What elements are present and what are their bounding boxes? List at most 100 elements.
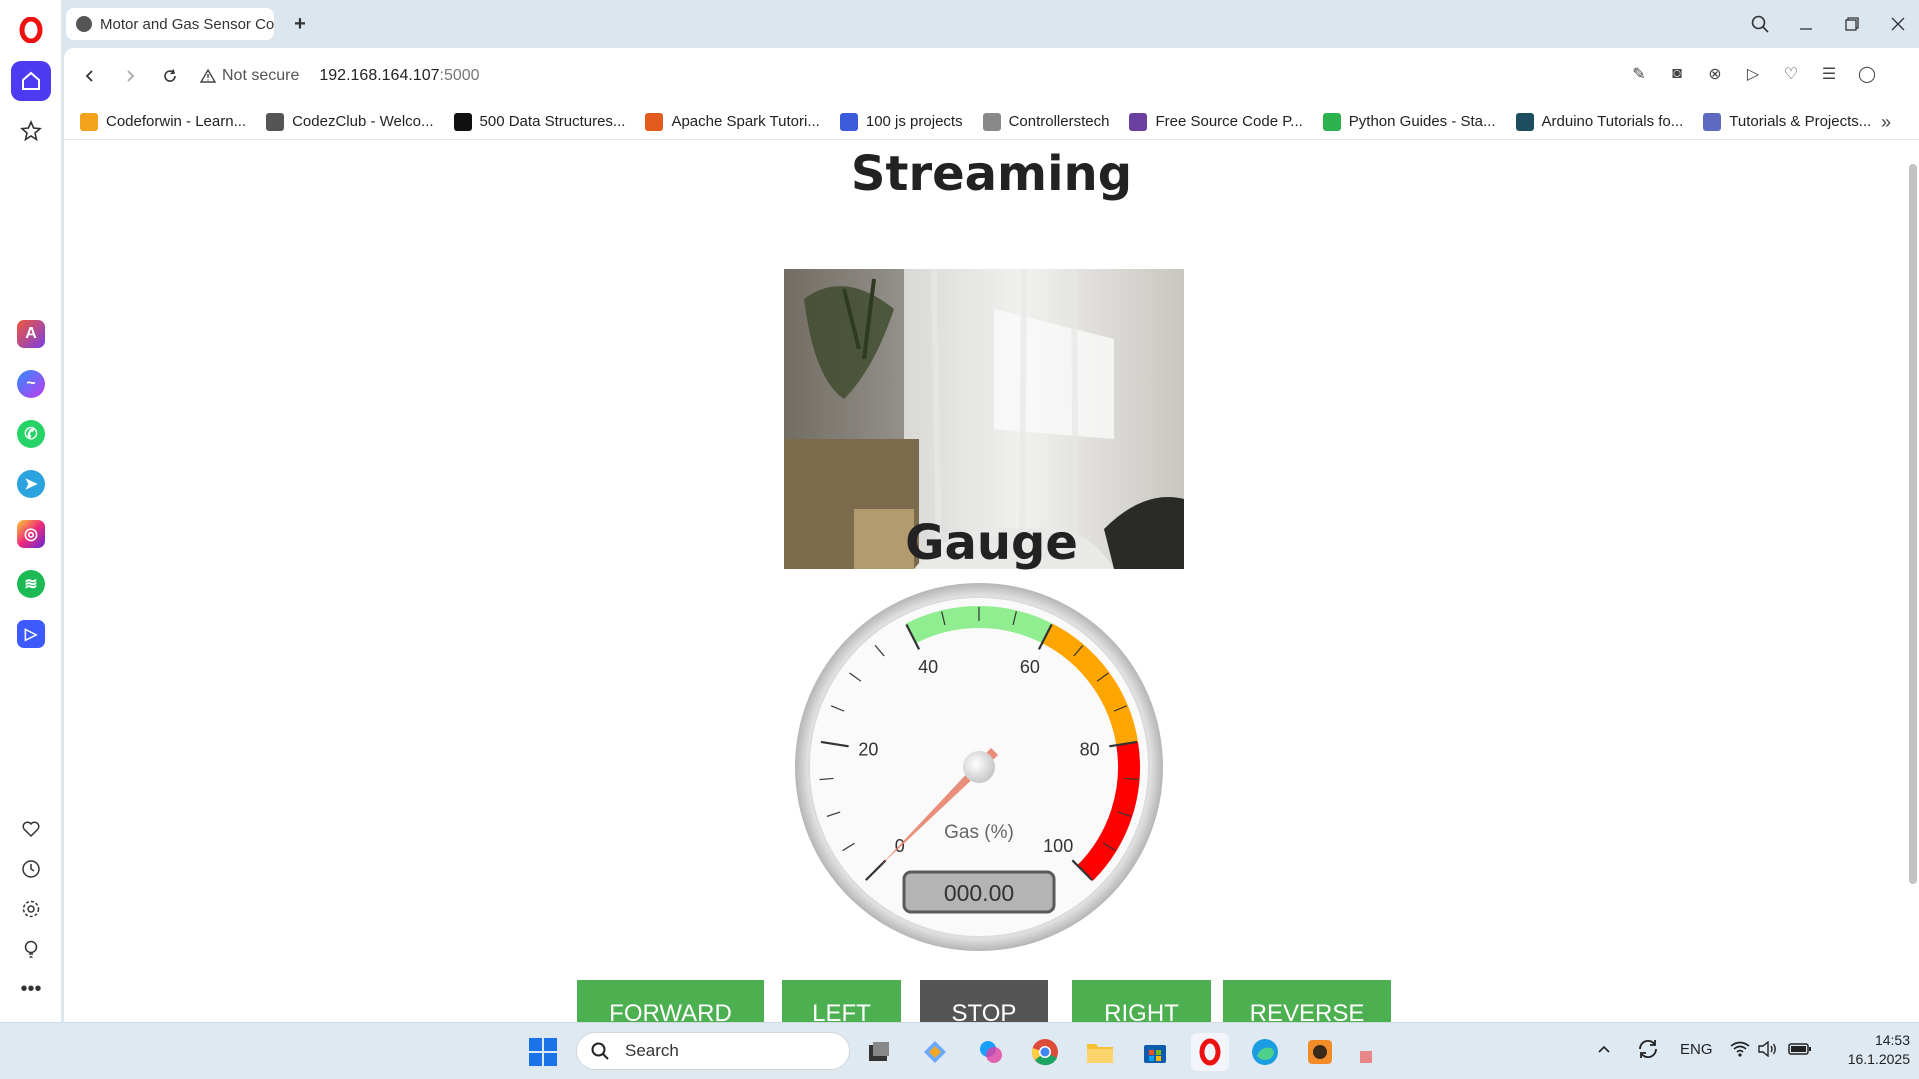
bookmark-favicon-icon [453,112,472,131]
spotify-icon[interactable]: ≋ [11,564,51,604]
forward-button[interactable]: FORWARD [577,980,764,1022]
profile-icon[interactable]: ◯ [1855,62,1879,86]
search-icon [591,1042,609,1060]
store-icon[interactable] [1136,1033,1174,1071]
telegram-icon[interactable]: ➤ [11,464,51,504]
gauge-unit-label: Gas (%) [944,822,1014,843]
restore-button[interactable] [1836,10,1868,38]
widgets-icon[interactable] [916,1033,954,1071]
history-icon[interactable] [11,849,51,889]
bookmark-label: Free Source Code P... [1155,113,1303,130]
bookmark-label: 100 js projects [865,113,963,130]
address-bar: Not secure 192.168.164.107:5000 ✎ ◙ ⊗ ▷ … [64,48,1919,104]
security-label: Not secure [222,67,300,84]
small-tray-icon[interactable] [1356,1047,1376,1067]
bookmark-label: Tutorials & Projects... [1729,113,1872,130]
bookmark-item[interactable]: Tutorials & Projects... [1703,112,1872,131]
settings-icon[interactable] [11,889,51,929]
reverse-button[interactable]: REVERSE [1223,980,1391,1022]
bookmark-item[interactable]: Python Guides - Sta... [1322,112,1496,131]
bookmark-label: Arduino Tutorials fo... [1541,113,1684,130]
back-icon[interactable] [70,56,110,96]
lightbulb-icon[interactable] [11,929,51,969]
reload-icon[interactable] [150,56,190,96]
right-button[interactable]: RIGHT [1072,980,1211,1022]
app-icon[interactable] [1301,1033,1339,1071]
bookmark-item[interactable]: CodezClub - Welco... [266,112,434,131]
player-icon[interactable]: ▷ [11,614,51,654]
close-button[interactable] [1882,10,1914,38]
opera-taskbar-icon[interactable] [1191,1033,1229,1071]
opera-sidebar: A ~ ✆ ➤ ◎ ≋ ▷ ••• [0,0,62,1022]
clock[interactable]: 14:53 16.1.2025 [1820,1031,1910,1069]
bookmark-item[interactable]: 100 js projects [839,112,963,131]
gauge-heading: Gauge [905,515,1078,571]
messenger-icon[interactable]: ~ [11,364,51,404]
favorites-icon[interactable]: ♡ [1779,62,1803,86]
bookmark-label: 500 Data Structures... [479,113,626,130]
left-button[interactable]: LEFT [782,980,901,1022]
volume-icon[interactable] [1758,1040,1778,1061]
home-icon[interactable] [11,61,51,101]
gas-gauge: 020406080100 Gas (%) 000.00 [794,582,1164,952]
warning-icon [200,68,216,83]
gauge-tick-label: 100 [1043,836,1073,856]
toolbar-icons: ✎ ◙ ⊗ ▷ ♡ ☰ ◯ [1627,62,1879,86]
url-field[interactable]: Not secure 192.168.164.107:5000 [200,67,480,85]
bookmark-item[interactable]: Free Source Code P... [1129,112,1303,131]
gauge-readout: 000.00 [944,880,1014,906]
edge-icon[interactable] [1246,1033,1284,1071]
gauge-tick-label: 80 [1080,739,1100,759]
bookmark-label: Apache Spark Tutori... [671,113,820,130]
aria-app-icon[interactable]: A [11,314,51,354]
adblock-icon[interactable]: ⊗ [1703,62,1727,86]
url-text: 192.168.164.107:5000 [319,67,479,85]
search-tabs-icon[interactable] [1744,10,1776,38]
bookmark-label: Controllerstech [1008,113,1110,130]
tab-active[interactable]: Motor and Gas Sensor Co [66,8,274,40]
bookmark-item[interactable]: Arduino Tutorials fo... [1515,112,1684,131]
file-explorer-icon[interactable] [1081,1033,1119,1071]
bookmark-item[interactable]: 500 Data Structures... [453,112,626,131]
bookmark-item[interactable]: Codeforwin - Learn... [80,112,246,131]
bookmarks-more-icon[interactable]: » [1881,112,1891,133]
start-icon[interactable] [524,1033,562,1071]
gauge-needle-cap [963,751,995,783]
scrollbar-thumb[interactable] [1909,164,1917,884]
browser-window: Not secure 192.168.164.107:5000 ✎ ◙ ⊗ ▷ … [64,48,1919,1022]
instagram-icon[interactable]: ◎ [11,514,51,554]
copilot-icon[interactable] [972,1033,1010,1071]
player-toggle-icon[interactable]: ▷ [1741,62,1765,86]
bookmark-favicon-icon [1703,112,1722,131]
stop-button[interactable]: STOP [920,980,1048,1022]
camera-icon[interactable]: ◙ [1665,62,1689,86]
forward-icon[interactable] [110,56,150,96]
bookmark-item[interactable]: Apache Spark Tutori... [645,112,820,131]
star-icon[interactable] [11,111,51,151]
minimize-button[interactable] [1790,10,1822,38]
bookmark-favicon-icon [839,112,858,131]
bookmark-favicon-icon [1515,112,1534,131]
more-icon[interactable]: ••• [11,969,51,1009]
opera-logo-icon[interactable] [11,10,51,50]
task-view-icon[interactable] [860,1033,898,1071]
whatsapp-icon[interactable]: ✆ [11,414,51,454]
language-indicator[interactable]: ENG [1680,1041,1713,1058]
bookmarks-bar: Codeforwin - Learn... CodezClub - Welco..… [64,104,1919,140]
page-scrollbar[interactable] [1907,152,1919,1022]
bookmark-favicon-icon [266,112,285,131]
taskbar-search[interactable]: Search [576,1032,850,1070]
easy-setup-icon[interactable]: ☰ [1817,62,1841,86]
bookmark-favicon-icon [645,112,664,131]
taskbar: Search ENG 14:53 16.1.2025 [0,1022,1919,1079]
sync-icon[interactable] [1636,1037,1660,1065]
battery-icon[interactable] [1788,1041,1812,1061]
chevron-up-icon[interactable] [1596,1041,1612,1061]
bookmark-item[interactable]: Controllerstech [982,112,1110,131]
edit-icon[interactable]: ✎ [1627,62,1651,86]
chrome-icon[interactable] [1026,1033,1064,1071]
bookmark-favicon-icon [1129,112,1148,131]
heart-icon[interactable] [11,809,51,849]
wifi-icon[interactable] [1730,1041,1750,1061]
new-tab-button[interactable]: + [286,10,314,38]
